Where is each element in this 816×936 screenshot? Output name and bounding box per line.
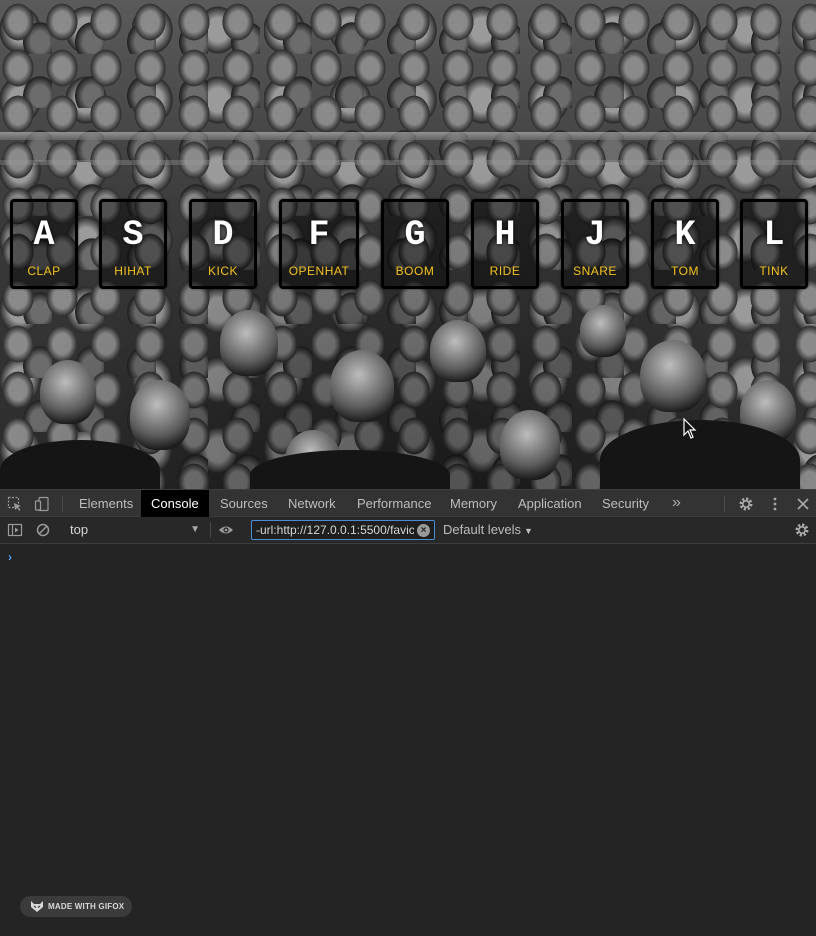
watermark-text: MADE WITH GIFOX (48, 902, 125, 911)
drum-key-letter: J (584, 215, 606, 255)
devtools-panel: Elements Console Sources Network Performance… (0, 489, 816, 936)
context-selector[interactable]: top ▼ (64, 520, 204, 540)
drum-key-sound-label: hihat (114, 264, 152, 278)
drum-key-k[interactable]: Ktom (651, 199, 719, 289)
console-prompt[interactable]: › (8, 550, 12, 564)
log-levels-label: Default levels (443, 522, 522, 537)
console-settings-gear-icon[interactable] (794, 522, 810, 538)
devtools-tabbar: Elements Console Sources Network Performance… (0, 489, 816, 517)
background-railing (0, 160, 816, 165)
drum-key-letter: K (674, 215, 696, 255)
drum-key-f[interactable]: Fopenhat (279, 199, 359, 289)
tab-memory[interactable]: Memory (440, 490, 507, 517)
mouse-cursor-icon (683, 418, 697, 439)
page-viewport: Aclap Shihat Dkick Fopenhat Gboom Hride Jsnare… (0, 0, 816, 489)
drum-key-sound-label: snare (573, 264, 617, 278)
tab-sources[interactable]: Sources (210, 490, 278, 517)
drum-key-l[interactable]: Ltink (740, 199, 808, 289)
background-railing (0, 132, 816, 140)
drum-key-letter: L (763, 215, 785, 255)
drum-key-sound-label: openhat (288, 264, 350, 278)
close-icon[interactable] (795, 496, 811, 512)
tab-console[interactable]: Console (141, 490, 209, 517)
tab-network[interactable]: Network (278, 490, 346, 517)
sidebar-toggle-icon[interactable] (7, 522, 23, 538)
chevron-down-icon: ▼ (524, 526, 533, 536)
drum-keys: Aclap Shihat Dkick Fopenhat Gboom Hride Jsnare… (0, 199, 816, 291)
gifox-watermark: MADE WITH GIFOX (20, 896, 132, 917)
console-output[interactable]: › (0, 545, 816, 936)
drum-key-letter: H (494, 215, 516, 255)
fox-logo-icon (31, 901, 43, 912)
drum-key-letter: G (404, 215, 426, 255)
drum-key-letter: F (308, 215, 330, 255)
drum-key-letter: S (122, 215, 144, 255)
drum-key-j[interactable]: Jsnare (561, 199, 629, 289)
tab-security[interactable]: Security (592, 490, 659, 517)
device-toolbar-icon[interactable] (34, 496, 50, 512)
drum-key-sound-label: tom (671, 264, 699, 278)
clear-filter-icon[interactable]: × (417, 524, 430, 537)
context-selector-value: top (70, 522, 89, 537)
clear-console-icon[interactable] (35, 522, 51, 538)
tab-application[interactable]: Application (508, 490, 592, 517)
drum-key-letter: D (212, 215, 234, 255)
drum-key-sound-label: boom (395, 264, 435, 278)
drum-key-sound-label: tink (759, 264, 789, 278)
kebab-menu-icon[interactable] (767, 496, 783, 512)
drum-key-a[interactable]: Aclap (10, 199, 78, 289)
drum-key-s[interactable]: Shihat (99, 199, 167, 289)
settings-gear-icon[interactable] (738, 496, 754, 512)
tab-elements[interactable]: Elements (69, 490, 143, 517)
console-toolbar: top ▼ × Default levels▼ (0, 517, 816, 544)
toolbar-divider (210, 522, 211, 538)
toolbar-divider (62, 496, 63, 512)
live-expression-eye-icon[interactable] (218, 522, 234, 538)
log-levels-dropdown[interactable]: Default levels ▼ (443, 520, 533, 540)
drum-key-sound-label: ride (489, 264, 521, 278)
tab-performance[interactable]: Performance (347, 490, 441, 517)
inspect-element-icon[interactable] (7, 496, 23, 512)
drum-key-g[interactable]: Gboom (381, 199, 449, 289)
console-filter-input[interactable] (251, 520, 435, 540)
chevron-down-icon: ▼ (190, 524, 200, 535)
more-tabs-button[interactable]: » (672, 490, 681, 517)
drum-key-letter: A (33, 215, 55, 255)
background-crowd (0, 300, 816, 489)
drum-key-sound-label: kick (207, 264, 238, 278)
drum-key-d[interactable]: Dkick (189, 199, 257, 289)
toolbar-divider (724, 496, 725, 512)
drum-key-sound-label: clap (27, 264, 61, 278)
drum-key-h[interactable]: Hride (471, 199, 539, 289)
